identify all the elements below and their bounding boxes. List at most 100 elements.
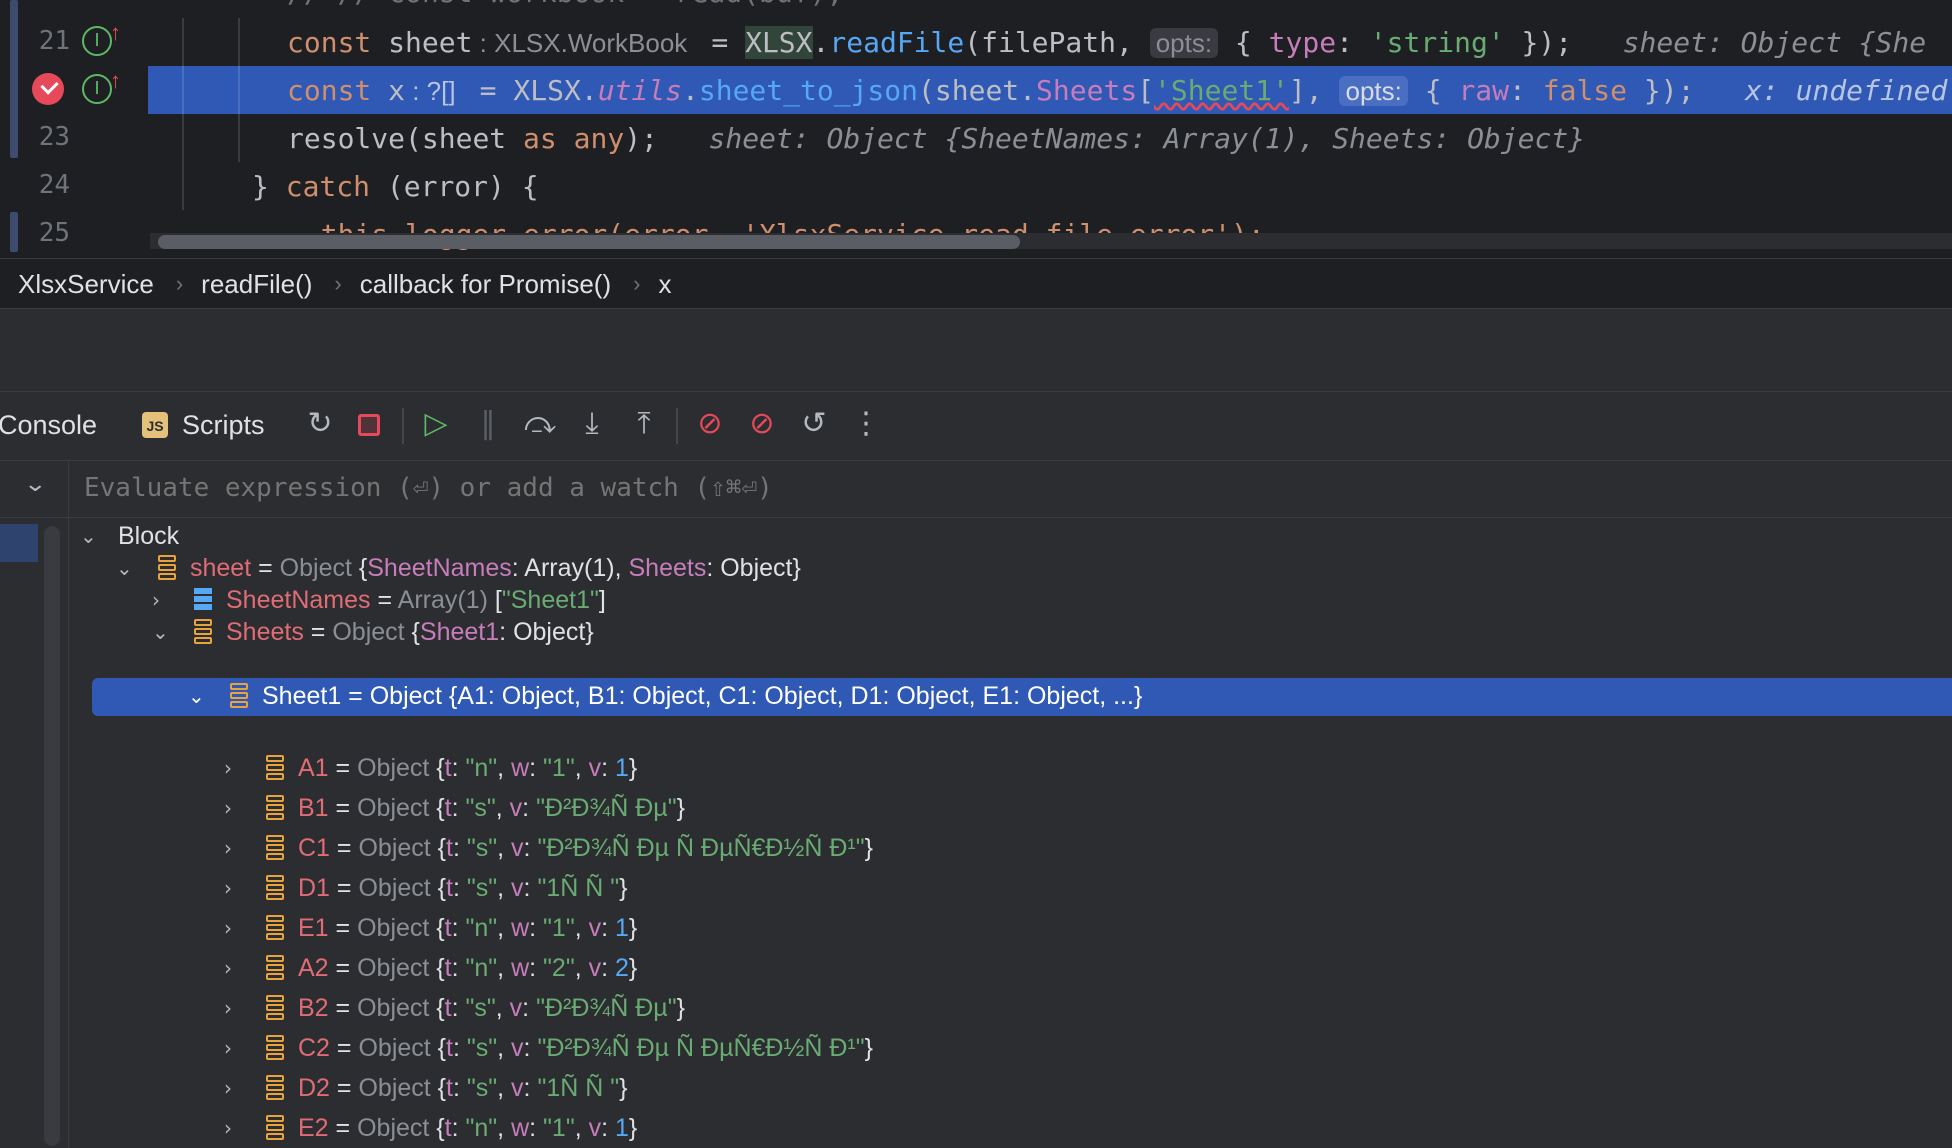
implementing-method-icon[interactable]: I [82,26,112,56]
chevron-down-icon[interactable]: ⌄ [188,684,205,708]
tab-console[interactable]: Console [0,410,97,441]
vcs-change-marker[interactable] [10,212,18,252]
javascript-icon: JS [142,412,168,438]
gutter[interactable]: 23 [0,114,148,162]
object-icon [266,835,284,861]
toolbar-divider [676,408,678,444]
breadcrumb-item-method[interactable]: readFile() [183,269,312,300]
tree-row-cell[interactable]: › A2 = Object {t: "n", w: "2", v: 2} [70,950,1952,988]
variable-value: A2 = Object {t: "n", w: "2", v: 2} [298,954,638,982]
variable-value: D1 = Object {t: "s", v: "1Ñ Ñ "} [298,874,628,902]
view-breakpoints-icon[interactable]: ⊘ [692,406,728,442]
code-line-22-current[interactable]: I ↑ const x : ?[] = XLSX.utils.sheet_to_… [0,66,1952,114]
more-icon[interactable]: ⋮ [848,406,884,442]
resume-icon[interactable]: ▷ [418,406,454,442]
rerun-icon[interactable]: ↻ [302,406,338,442]
chevron-right-icon[interactable]: › [224,756,232,780]
mute-breakpoints-icon[interactable]: ⊘ [744,406,780,442]
code-line-23[interactable]: 23 resolve(sheet as any); sheet: Object … [0,114,1952,162]
gutter[interactable]: 25 [0,210,148,256]
tree-row-cell[interactable]: › A1 = Object {t: "n", w: "1", v: 1} [70,750,1952,788]
chevron-down-icon[interactable]: ⌄ [80,524,97,548]
chevron-right-icon[interactable]: › [224,996,232,1020]
indent-guide [182,162,184,210]
object-icon [266,795,284,821]
step-out-icon[interactable]: ⤒ [626,406,662,442]
code-line-24[interactable]: 24 } catch (error) { [0,162,1952,210]
indent-guide [238,114,240,162]
variable-value: SheetNames = Array(1) ["Sheet1"] [226,586,606,614]
chevron-down-icon[interactable]: ⌄ [152,620,169,644]
chevron-right-icon[interactable]: › [224,796,232,820]
variable-value: E1 = Object {t: "n", w: "1", v: 1} [298,914,638,942]
code-text: const sheet : XLSX.WorkBook = XLSX.readF… [287,26,1927,59]
chevron-right-icon[interactable]: › [224,876,232,900]
tree-row-sheets[interactable]: ⌄ Sheets = Object {Sheet1: Object} [70,614,1952,652]
inline-debug-value: x: undefined [1694,74,1948,107]
tree-row-cell[interactable]: › D2 = Object {t: "s", v: "1Ñ Ñ "} [70,1070,1952,1108]
gutter[interactable]: 24 [0,162,148,210]
stop-icon[interactable] [358,414,380,436]
vertical-scrollbar[interactable] [44,526,60,1146]
chevron-down-icon[interactable]: ⌄ [23,471,47,497]
tree-row-cell[interactable]: › D1 = Object {t: "s", v: "1Ñ Ñ "} [70,870,1952,908]
chevron-right-icon[interactable]: › [152,588,160,612]
horizontal-scrollbar-thumb[interactable] [158,235,1020,249]
variable-value: D2 = Object {t: "s", v: "1Ñ Ñ "} [298,1074,628,1102]
chevron-right-icon[interactable]: › [224,916,232,940]
evaluate-expression-input[interactable] [84,473,1184,503]
tree-row-cell[interactable]: › B1 = Object {t: "s", v: "Ð²Ð¾Ñ Ðµ"} [70,790,1952,828]
code-line-21[interactable]: 21 I ↑ const sheet : XLSX.WorkBook = XLS… [0,18,1952,66]
chevron-right-icon[interactable]: › [224,1076,232,1100]
chevron-down-icon[interactable]: ⌄ [116,556,133,580]
breadcrumb-item-callback[interactable]: callback for Promise() [342,269,611,300]
tree-row-cell[interactable]: › C2 = Object {t: "s", v: "Ð²Ð¾Ñ Ðµ Ñ ÐµÑ… [70,1030,1952,1068]
line-number: 25 [38,218,70,248]
object-icon [194,619,212,645]
tree-row-cell[interactable]: › E1 = Object {t: "n", w: "1", v: 1} [70,910,1952,948]
debug-tool-window-header [0,308,1952,392]
breakpoint-icon[interactable] [32,73,64,105]
chevron-right-icon[interactable]: › [224,956,232,980]
tab-scripts[interactable]: Scripts [182,410,265,441]
frame-selection-marker[interactable] [0,524,38,562]
chevron-right-icon[interactable]: › [224,836,232,860]
chevron-right-icon: › [334,271,342,296]
evaluate-toggle[interactable]: ⌄ [0,461,69,517]
variable-value: C2 = Object {t: "s", v: "Ð²Ð¾Ñ Ðµ Ñ ÐµÑ€… [298,1034,873,1062]
gutter[interactable]: 21 I ↑ [0,18,148,66]
implementing-method-icon[interactable]: I [82,74,112,104]
object-icon [266,755,284,781]
object-icon [158,555,176,581]
object-icon [266,1115,284,1141]
tree-row-sheet1-selected[interactable]: ⌄ Sheet1 = Object {A1: Object, B1: Objec… [92,678,1952,716]
breadcrumb-item-class[interactable]: XlsxService [0,269,154,300]
line-number: 23 [38,122,70,152]
tree-row-cell[interactable]: › C1 = Object {t: "s", v: "Ð²Ð¾Ñ Ðµ Ñ ÐµÑ… [70,830,1952,868]
object-icon [266,875,284,901]
vcs-change-marker[interactable] [10,0,18,158]
step-into-icon[interactable]: ⤓ [574,406,610,442]
reset-frame-icon[interactable]: ↺ [796,406,832,442]
tree-row-cell[interactable]: › B2 = Object {t: "s", v: "Ð²Ð¾Ñ Ðµ"} [70,990,1952,1028]
line-number: 24 [38,170,70,200]
chevron-right-icon: › [633,271,641,296]
parameter-hint: opts: [1149,28,1219,58]
breadcrumb: XlsxService › readFile() › callback for … [0,258,1952,309]
variables-tree[interactable]: ⌄ Block ⌄ sheet = Object {SheetNames: Ar… [0,518,1952,1148]
variable-value: E2 = Object {t: "n", w: "1", v: 1} [298,1114,638,1142]
toolbar-divider [402,408,404,444]
line-number: 21 [38,26,70,56]
variable-value: Sheet1 = Object {A1: Object, B1: Object,… [262,682,1143,710]
object-icon [266,1035,284,1061]
chevron-right-icon[interactable]: › [224,1116,232,1140]
step-over-icon[interactable]: ⤼ [522,406,558,442]
breadcrumb-item-variable[interactable]: x [640,269,671,300]
debug-toolbar: Console JS Scripts ↻ ▷ ‖ ⤼ ⤓ ⤒ ⊘ ⊘ ↺ ⋮ [0,392,1952,460]
chevron-right-icon[interactable]: › [224,1036,232,1060]
chevron-right-icon: › [175,271,184,296]
gutter[interactable]: I ↑ [0,66,148,114]
tree-row-cell[interactable]: › E2 = Object {t: "n", w: "1", v: 1} [70,1110,1952,1148]
code-editor[interactable]: // // const workbook = read(buf); 21 I ↑… [0,0,1952,256]
pause-icon[interactable]: ‖ [470,406,506,442]
